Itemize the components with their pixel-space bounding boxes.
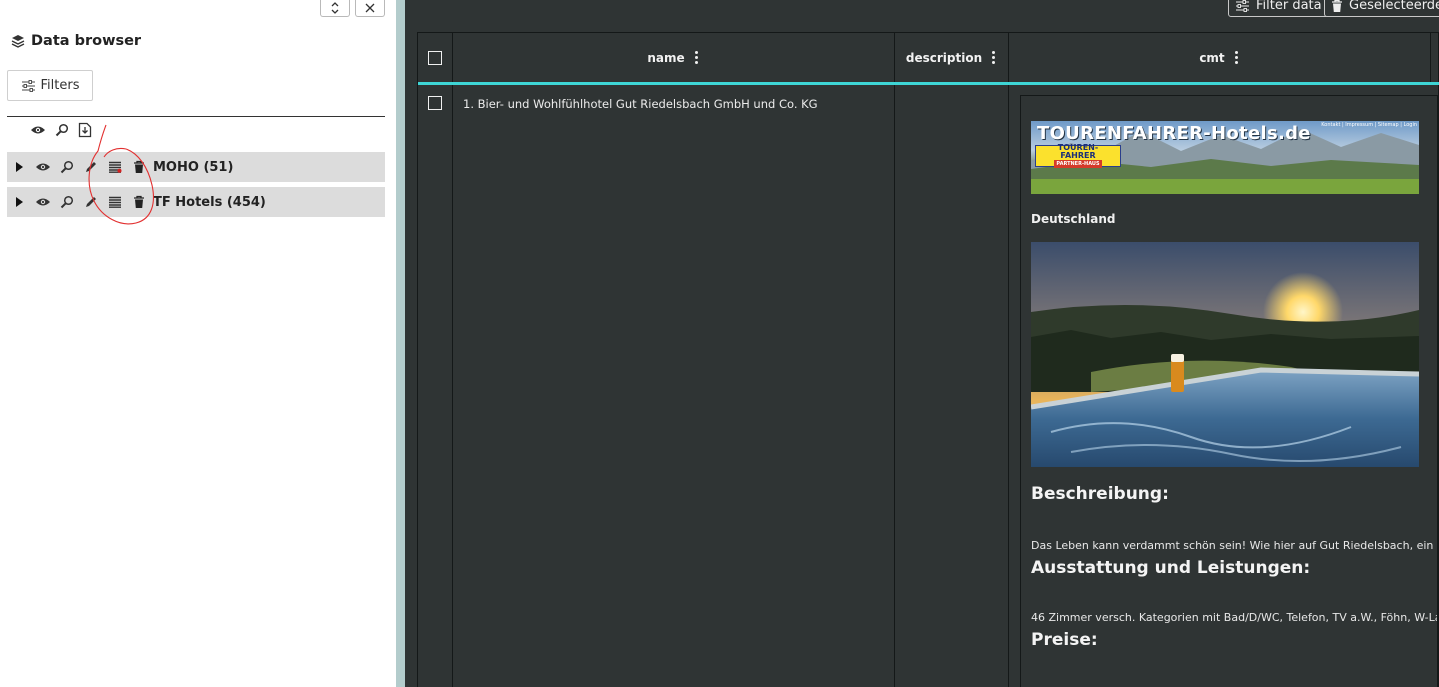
column-header-cmt[interactable]: cmt [1009, 33, 1431, 82]
select-all-header [418, 33, 453, 82]
select-all-checkbox[interactable] [428, 50, 442, 65]
layer-row[interactable]: MOHO (51) [7, 152, 385, 182]
trash-icon[interactable] [127, 152, 151, 182]
country-label: Deutschland [1031, 212, 1116, 226]
section-text: Das Leben kann verdammt schön sein! Wie … [1031, 539, 1434, 552]
eye-icon[interactable] [30, 125, 46, 135]
table-cell-cmt: TOURENFAHRER-Hotels.de Kontakt | Impress… [1020, 95, 1438, 687]
row-select-column [418, 85, 453, 687]
banner-nav: Kontakt | Impressum | Sitemap | Login [1321, 122, 1417, 128]
layer-name: TF Hotels (454) [153, 194, 266, 210]
close-icon [365, 3, 375, 13]
attribute-table-view: Filter data Geselecteerde name descripti… [405, 0, 1439, 687]
column-header-label: cmt [1199, 50, 1225, 65]
eye-icon[interactable] [31, 152, 55, 182]
export-file-icon[interactable] [78, 122, 92, 138]
section-heading: Beschreibung: [1031, 484, 1169, 504]
panel-splitter[interactable] [396, 0, 405, 687]
expand-collapse-icon [331, 2, 339, 14]
next-column-edge [1427, 0, 1439, 687]
layers-icon [11, 35, 25, 48]
column-menu-icon[interactable] [1233, 51, 1240, 64]
divider [7, 116, 385, 117]
attribute-table-icon[interactable] [103, 152, 127, 182]
description-column [895, 85, 1009, 687]
expand-arrow-icon[interactable] [7, 187, 31, 217]
column-header-label: description [905, 50, 983, 65]
delete-selected-button[interactable]: Geselecteerde [1324, 0, 1439, 17]
filters-button[interactable]: Filters [7, 70, 93, 101]
delete-selected-label: Geselecteerde [1349, 0, 1439, 13]
sliders-icon [21, 79, 35, 92]
panel-title-text: Data browser [31, 33, 142, 49]
close-panel-button[interactable] [355, 0, 385, 17]
trash-icon [1332, 0, 1342, 12]
attribute-table-icon[interactable] [103, 187, 127, 217]
partner-badge: TOUREN- FAHRER PARTNER-HAUS [1035, 144, 1121, 168]
column-header-description[interactable]: description [895, 33, 1009, 82]
section-heading: Ausstattung und Leistungen: [1031, 558, 1311, 578]
expand-collapse-button[interactable] [320, 0, 350, 17]
zoom-icon[interactable] [55, 123, 69, 137]
sunset-pool-image [1031, 242, 1419, 467]
data-browser-panel: Data browser Filters MOHO (51) TF Hotels… [0, 0, 396, 687]
eye-icon[interactable] [31, 187, 55, 217]
app-window: Data browser Filters MOHO (51) TF Hotels… [0, 0, 1439, 687]
badge-line: FAHRER [1060, 151, 1096, 160]
section-text: 46 Zimmer versch. Kategorien mit Bad/D/W… [1031, 611, 1438, 624]
layer-row[interactable]: TF Hotels (454) [7, 187, 385, 217]
table-cell-name: 1. Bier- und Wohlfühlhotel Gut Riedelsba… [463, 97, 818, 111]
section-heading: Preise: [1031, 630, 1098, 650]
column-menu-icon[interactable] [693, 51, 700, 64]
zoom-icon[interactable] [55, 187, 79, 217]
column-header-label: name [647, 50, 685, 65]
global-layer-tools [30, 122, 92, 138]
row-checkbox[interactable] [428, 96, 442, 110]
filter-data-label: Filter data [1256, 0, 1322, 13]
edit-pencil-icon[interactable] [79, 152, 103, 182]
filters-label: Filters [40, 78, 80, 93]
hotel-photo [1031, 242, 1419, 467]
data-table: name description cmt 1. Bier- und Wohlfü… [417, 32, 1439, 687]
sliders-icon [1236, 0, 1249, 12]
layer-name: MOHO (51) [153, 159, 234, 175]
panel-title: Data browser [11, 33, 141, 49]
badge-subline: PARTNER-HAUS [1054, 160, 1102, 168]
column-menu-icon[interactable] [990, 51, 997, 64]
name-column [453, 85, 895, 687]
filter-data-button[interactable]: Filter data [1228, 0, 1329, 17]
banner-title: TOURENFAHRER-Hotels.de [1037, 123, 1311, 144]
expand-arrow-icon[interactable] [7, 152, 31, 182]
edit-pencil-icon[interactable] [79, 187, 103, 217]
hotel-banner-image: TOURENFAHRER-Hotels.de Kontakt | Impress… [1031, 121, 1419, 194]
trash-icon[interactable] [127, 187, 151, 217]
zoom-icon[interactable] [55, 152, 79, 182]
column-header-name[interactable]: name [453, 33, 895, 82]
